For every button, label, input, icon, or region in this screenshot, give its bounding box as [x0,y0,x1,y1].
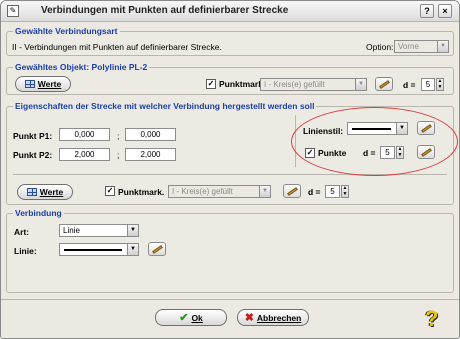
d-label: d = [308,187,321,197]
ok-button[interactable]: ✔ Ok [155,309,227,326]
mark-select[interactable]: I - Kreis(e) gefüllt ▼ [168,185,271,198]
d-input[interactable]: 5 [325,185,340,198]
punktmark-checkbox[interactable]: ✓ [105,186,115,196]
option-value: Vorne [398,42,419,51]
option-label: Option: [366,42,394,52]
werte-label: Werte [39,187,64,197]
connection-type-label: II - Verbindungen mit Punkten auf defini… [12,42,222,52]
chevron-down-icon: ▼ [127,244,138,255]
p2-x-input[interactable]: 2,000 [59,148,110,161]
cancel-button[interactable]: ✖ Abbrechen [237,309,309,326]
highlight-oval [291,107,458,176]
help-title-button[interactable]: ? [420,4,434,18]
p1-label: Punkt P1: [13,131,53,141]
werte-button[interactable]: Werte [17,184,73,200]
ok-label: Ok [191,312,203,323]
p2-y-input[interactable]: 2,000 [125,148,176,161]
chevron-down-icon: ▼ [127,225,138,236]
table-icon [26,188,37,196]
p1-x-input[interactable]: 0,000 [59,128,110,141]
pencil-icon[interactable] [283,184,301,198]
art-select[interactable]: Linie ▼ [59,224,139,237]
checkmark-icon: ✔ [179,312,189,324]
line-select[interactable]: ▼ [59,243,139,256]
group-title: Gewählte Verbindungsart [13,26,120,36]
d-spinner[interactable]: ▲ ▼ [436,78,444,91]
object-group: Gewähltes Objekt: Polylinie PL-2 Werte ✓… [6,62,454,95]
group-title: Gewähltes Objekt: Polylinie PL-2 [13,62,150,72]
p2-label: Punkt P2: [13,150,53,160]
separator: ; [117,131,120,141]
connection-type-group: Gewählte Verbindungsart II - Verbindunge… [6,26,454,56]
punktmark-label: Punktmark. [219,79,266,89]
x-cancel-icon: ✖ [244,312,254,324]
mark-select[interactable]: I - Kreis(e) gefüllt ▼ [260,78,367,91]
mark-value: I - Kreis(e) gefüllt [172,187,233,196]
d-input[interactable]: 5 [421,78,435,91]
p1-y-input[interactable]: 0,000 [125,128,176,141]
mark-value: I - Kreis(e) gefüllt [264,80,325,89]
punktmark-label: Punktmark. [118,187,165,197]
art-label: Art: [14,227,30,237]
werte-label: Werte [37,79,62,89]
option-select[interactable]: Vorne ▼ [394,40,449,53]
table-icon [24,80,35,88]
pencil-icon[interactable] [148,242,166,256]
help-icon[interactable]: ? [425,306,447,331]
chevron-down-icon: ▼ [259,186,270,197]
cancel-label: Abbrechen [256,312,302,323]
app-icon: ✎ [7,5,19,17]
d-label: d = [403,80,416,90]
linie-label: Linie: [14,246,37,256]
group-title: Verbindung [13,208,64,218]
d-spinner[interactable]: ▲ ▼ [341,185,349,198]
connection-group: Verbindung Art: Linie ▼ Linie: ▼ [6,208,454,293]
window-title: Verbindungen mit Punkten auf definierbar… [41,5,289,16]
punktmark-checkbox[interactable]: ✓ [206,79,216,89]
title-bar[interactable]: ✎ Verbindungen mit Punkten auf definierb… [1,1,459,22]
chevron-down-icon: ▼ [355,79,366,90]
pencil-icon[interactable] [375,77,393,91]
group-title: Eigenschaften der Strecke mit welcher Ve… [13,101,317,111]
chevron-down-icon: ▼ [437,41,448,52]
werte-button[interactable]: Werte [15,76,71,92]
line-preview [64,249,122,251]
art-value: Linie [63,226,80,235]
close-button[interactable]: × [438,4,452,18]
footer-divider [1,299,459,300]
separator: ; [117,150,120,160]
